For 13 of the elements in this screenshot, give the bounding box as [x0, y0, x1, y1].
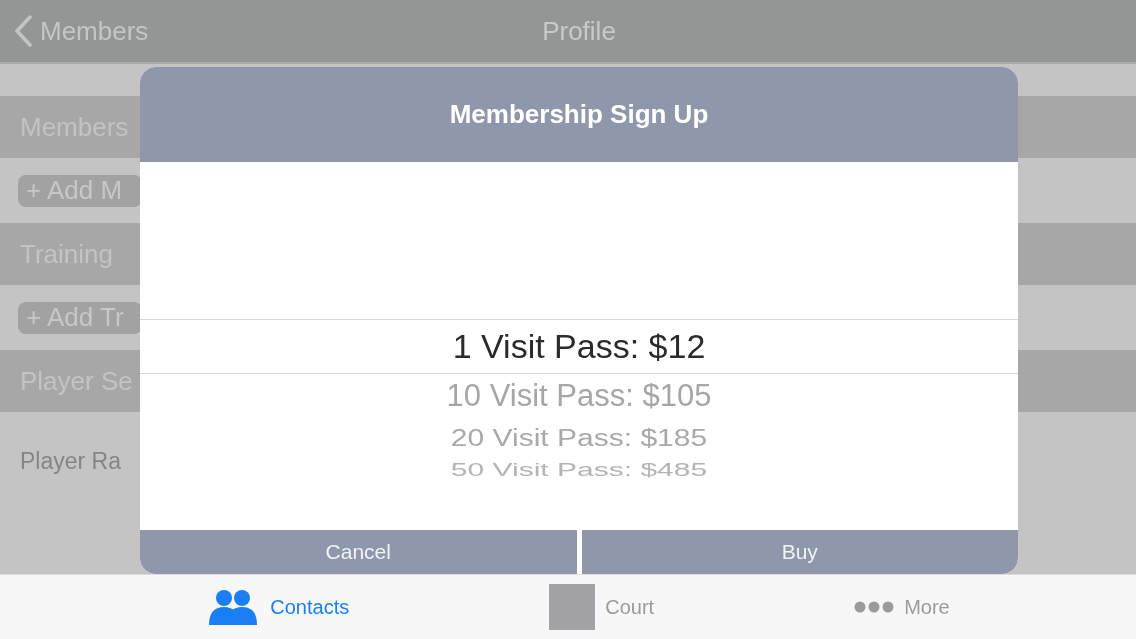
dialog-button[interactable]: Buy	[581, 530, 1018, 574]
chevron-left-icon	[13, 15, 33, 47]
list-item-label: Player Ra	[20, 447, 121, 475]
picker-option[interactable]: 50 Visit Pass: $485	[140, 458, 1018, 482]
dialog-title: Membership Sign Up	[449, 99, 709, 130]
square-icon	[549, 584, 596, 630]
dialog-button[interactable]: Cancel	[140, 530, 577, 574]
picker-option[interactable]: 20 Visit Pass: $185	[140, 418, 1018, 458]
tab[interactable]: Court	[549, 584, 655, 630]
more-dots-icon	[854, 601, 895, 613]
tab[interactable]: More	[854, 595, 950, 619]
tab[interactable]: Contacts	[206, 589, 350, 625]
picker-option[interactable]: 1 Visit Pass: $12	[140, 319, 1018, 374]
